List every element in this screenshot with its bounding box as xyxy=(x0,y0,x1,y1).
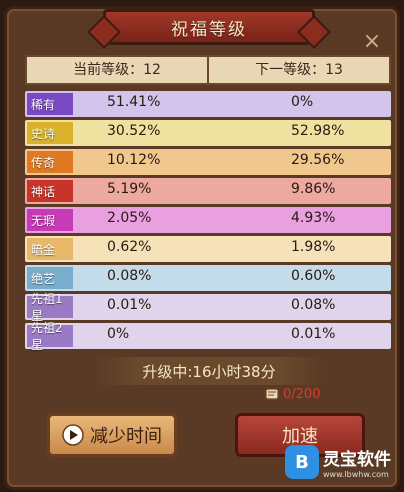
watermark-name: 灵宝软件 xyxy=(323,450,391,470)
table-row: 暗金 0.62% 1.98% xyxy=(25,236,391,262)
next-probability: 0.01% xyxy=(291,326,336,342)
level-header: 当前等级：12 下一等级：13 xyxy=(25,55,391,85)
close-icon[interactable]: × xyxy=(361,31,383,53)
next-level-label: 下一等级：13 xyxy=(255,62,343,78)
tier-tag: 稀有 xyxy=(27,93,73,115)
table-row: 史诗 30.52% 52.98% xyxy=(25,120,391,146)
next-probability: 52.98% xyxy=(291,123,345,139)
tier-tag: 先祖2星 xyxy=(27,321,73,352)
probability-table: 稀有 51.41% 0% 史诗 30.52% 52.98% 传奇 10.12% … xyxy=(25,91,391,352)
reduce-time-label: 减少时间 xyxy=(90,426,162,447)
blessing-level-panel: 祝福等级 × 当前等级：12 下一等级：13 稀有 51.41% 0% 史诗 3… xyxy=(4,6,400,490)
current-probability: 0.08% xyxy=(107,268,152,284)
tier-tag: 先祖1星 xyxy=(27,292,73,323)
current-level-label: 当前等级：12 xyxy=(27,57,209,83)
table-row: 神话 5.19% 9.86% xyxy=(25,178,391,204)
current-probability: 30.52% xyxy=(107,123,161,139)
watermark: B 灵宝软件 www.lbwhw.com xyxy=(285,445,391,479)
tier-tag: 无瑕 xyxy=(27,209,73,231)
next-probability: 0.08% xyxy=(291,297,336,313)
reduce-time-button[interactable]: 减少时间 xyxy=(47,413,177,457)
tier-tag: 传奇 xyxy=(27,151,73,173)
next-probability: 4.93% xyxy=(291,210,336,226)
panel-title: 祝福等级 xyxy=(103,9,315,45)
tier-tag: 暗金 xyxy=(27,238,73,260)
current-probability: 5.19% xyxy=(107,181,152,197)
table-row: 稀有 51.41% 0% xyxy=(25,91,391,117)
table-row: 先祖2星 0% 0.01% xyxy=(25,321,391,352)
scroll-counter: 0/200 xyxy=(263,385,320,403)
watermark-url: www.lbwhw.com xyxy=(323,470,389,479)
scroll-icon xyxy=(265,388,279,400)
current-probability: 51.41% xyxy=(107,94,161,110)
current-probability: 0.62% xyxy=(107,239,152,255)
table-row: 绝艺 0.08% 0.60% xyxy=(25,265,391,291)
upgrade-status: 升级中:16小时38分 xyxy=(95,357,323,385)
current-probability: 2.05% xyxy=(107,210,152,226)
next-probability: 9.86% xyxy=(291,181,336,197)
current-probability: 0.01% xyxy=(107,297,152,313)
tier-tag: 绝艺 xyxy=(27,267,73,289)
next-probability: 0.60% xyxy=(291,268,336,284)
next-probability: 1.98% xyxy=(291,239,336,255)
current-probability: 10.12% xyxy=(107,152,161,168)
table-row: 先祖1星 0.01% 0.08% xyxy=(25,292,391,323)
tier-tag: 神话 xyxy=(27,180,73,202)
next-probability: 29.56% xyxy=(291,152,345,168)
tier-tag: 史诗 xyxy=(27,122,73,144)
next-probability: 0% xyxy=(291,94,314,110)
watermark-logo: B xyxy=(285,445,319,479)
table-row: 无瑕 2.05% 4.93% xyxy=(25,207,391,233)
current-probability: 0% xyxy=(107,326,130,342)
table-row: 传奇 10.12% 29.56% xyxy=(25,149,391,175)
scroll-count: 0/200 xyxy=(283,386,321,402)
play-icon xyxy=(62,424,84,446)
